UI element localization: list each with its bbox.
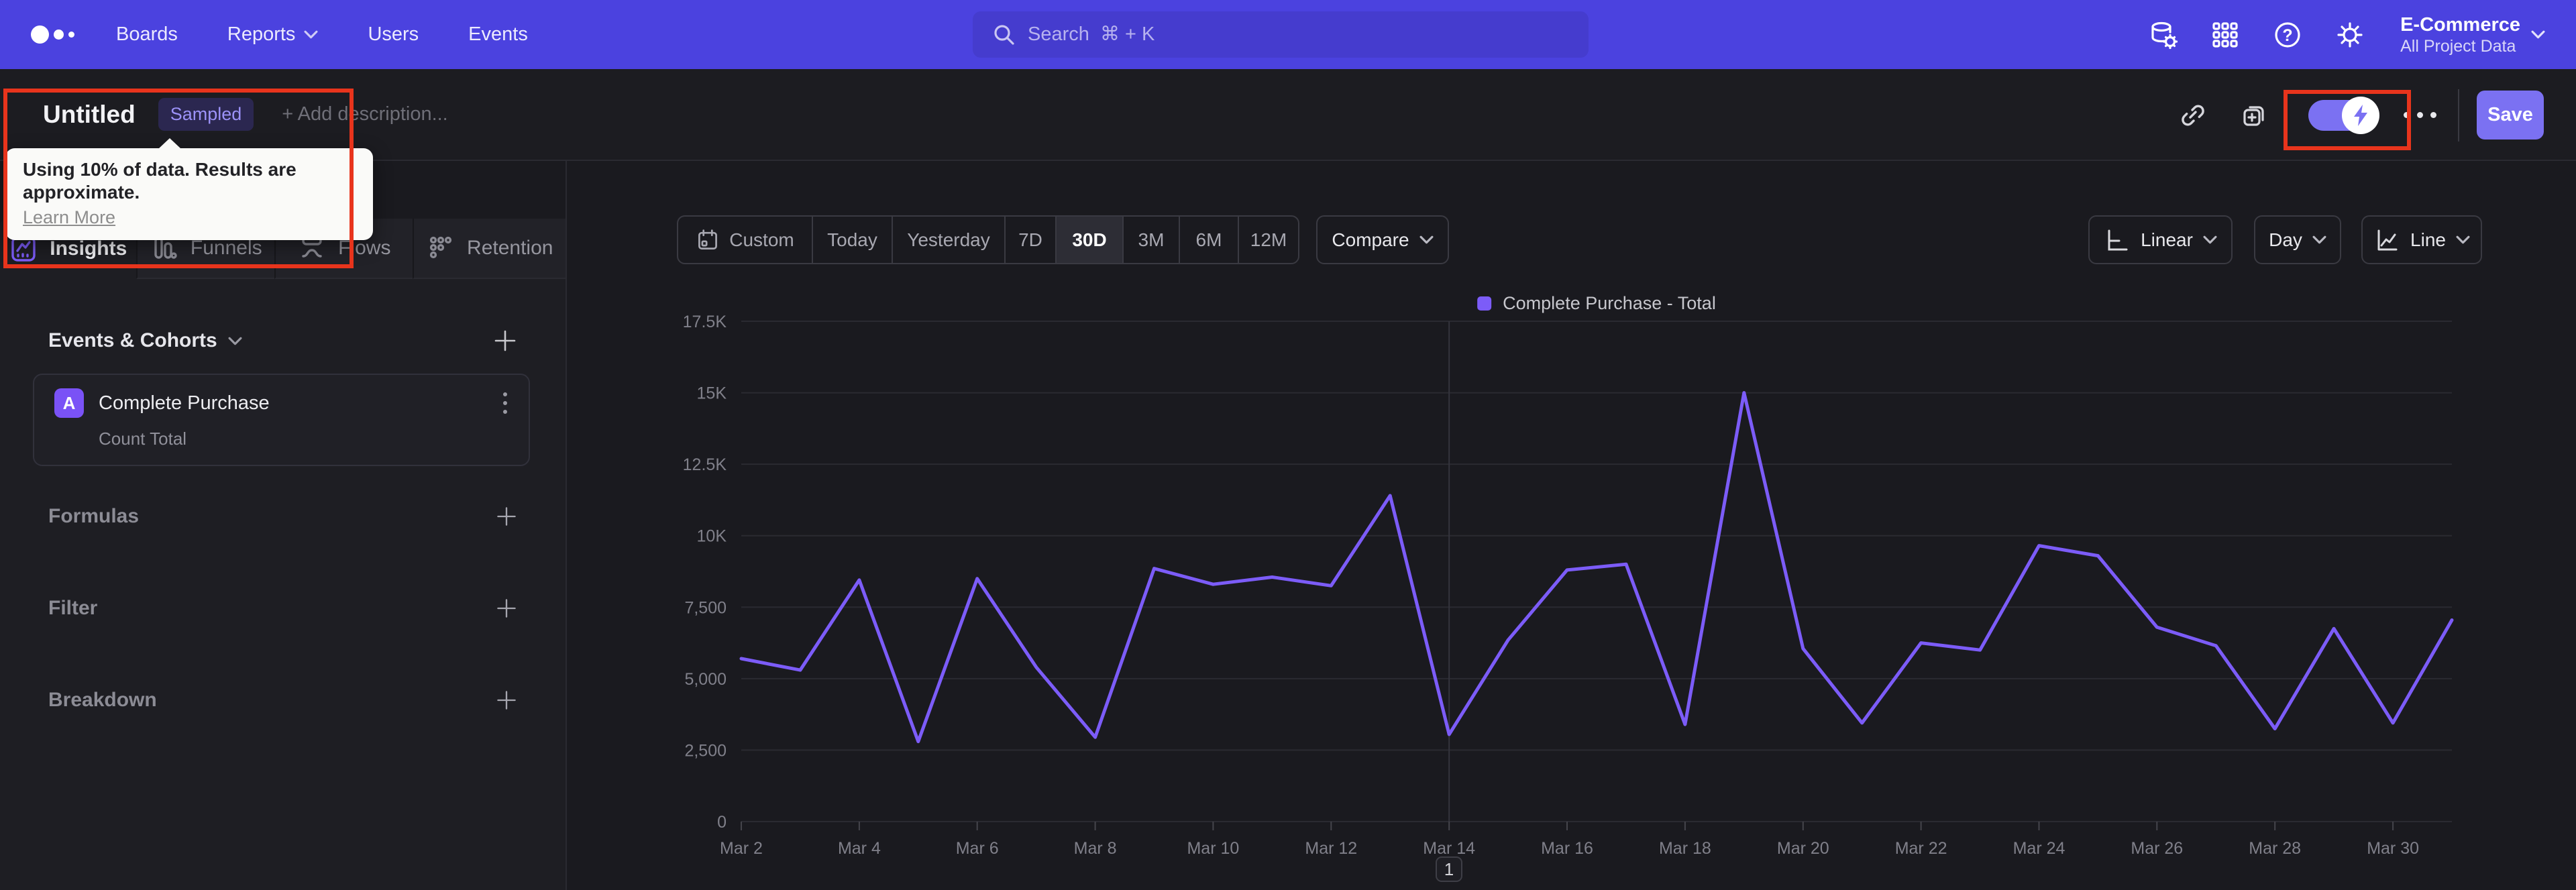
series-letter-badge: A [54,388,84,418]
mixpanel-logo[interactable] [31,25,74,44]
add-breakdown-button[interactable] [494,688,519,712]
nav-menu: Boards Reports Users Events [116,23,528,46]
chart-panel: Custom Today Yesterday 7D 30D 3M 6M 12M … [567,161,2576,890]
svg-text:Mar 22: Mar 22 [1895,839,1947,858]
search-input[interactable] [1028,23,1564,46]
event-name: Complete Purchase [99,392,270,414]
nav-item-users[interactable]: Users [368,23,419,46]
tooltip-text: Using 10% of data. Results are approxima… [23,159,297,203]
add-description[interactable]: + Add description... [282,103,447,125]
svg-text:Mar 10: Mar 10 [1187,839,1239,858]
top-nav: Boards Reports Users Events Search ⌘ + K… [0,0,2576,69]
sampling-tooltip: Using 10% of data. Results are approxima… [5,138,373,240]
data-management-icon[interactable] [2147,19,2179,51]
query-sidebar: Insights Funnels Flows Retention Events … [0,161,567,890]
project-name: E-Commerce [2400,13,2520,36]
nav-item-boards[interactable]: Boards [116,23,178,46]
svg-text:Mar 20: Mar 20 [1777,839,1829,858]
svg-text:Mar 12: Mar 12 [1305,839,1357,858]
event-card-row: A Complete Purchase [34,375,529,418]
chevron-down-icon [304,30,318,39]
events-cohorts-header: Events & Cohorts [48,327,519,354]
sampling-toggle[interactable] [2308,96,2379,134]
logo-dot [68,32,74,38]
svg-text:12.5K: 12.5K [683,455,727,474]
svg-text:Mar 16: Mar 16 [1541,839,1593,858]
svg-text:?: ? [2282,26,2292,45]
svg-text:7,500: 7,500 [684,598,727,617]
section-breakdown: Breakdown [48,688,519,712]
svg-text:Mar 6: Mar 6 [956,839,999,858]
help-icon[interactable]: ? [2271,19,2304,51]
more-menu-icon[interactable] [2401,105,2439,125]
retention-icon [429,236,452,259]
svg-text:Mar 26: Mar 26 [2131,839,2183,858]
lightning-bolt-icon [2342,96,2379,134]
divider [2458,89,2459,142]
nav-item-label: Events [468,23,528,45]
svg-text:Mar 4: Mar 4 [838,839,881,858]
filter-label: Filter [48,597,98,619]
add-filter-button[interactable] [494,596,519,620]
nav-item-events[interactable]: Events [468,23,528,46]
svg-text:0: 0 [717,813,727,832]
formulas-label: Formulas [48,505,140,527]
svg-text:2,500: 2,500 [684,741,727,760]
event-card[interactable]: A Complete Purchase Count Total [33,374,530,466]
chevron-down-icon [2531,30,2545,39]
svg-text:Mar 18: Mar 18 [1659,839,1711,858]
svg-text:Mar 14: Mar 14 [1423,839,1475,858]
line-chart[interactable]: 0 2,500 5,000 7,500 10K 12.5K 15K 17.5K Mar 2 Mar… [567,161,2575,890]
logo-dot [54,30,64,40]
nav-right-cluster: ? E-Commerce All Project Data [2147,0,2545,69]
project-selector[interactable]: E-Commerce All Project Data [2400,13,2545,56]
title-bar-actions: Save [2178,69,2544,161]
tab-label: Insights [50,237,127,260]
svg-text:15K: 15K [697,384,727,403]
tab-label: Funnels [190,237,262,259]
section-formulas: Formulas [48,504,519,529]
nav-item-reports[interactable]: Reports [227,23,319,46]
tab-label: Retention [467,237,553,259]
svg-text:Mar 28: Mar 28 [2249,839,2301,858]
learn-more-link[interactable]: Learn More [23,206,115,229]
add-event-button[interactable] [492,327,519,354]
svg-text:17.5K: 17.5K [683,313,727,331]
apps-grid-icon[interactable] [2209,19,2241,51]
report-title-bar: Untitled Sampled + Add description... Sa… [0,69,2576,161]
save-button[interactable]: Save [2477,91,2544,140]
chevron-down-icon[interactable] [228,337,242,345]
event-metric[interactable]: Count Total [99,429,529,449]
svg-text:10K: 10K [697,527,727,546]
tab-retention[interactable]: Retention [412,219,566,279]
svg-text:Mar 8: Mar 8 [1074,839,1117,858]
breakdown-label: Breakdown [48,689,157,711]
copy-link-icon[interactable] [2178,101,2206,129]
svg-text:5,000: 5,000 [684,670,727,689]
event-options-icon[interactable] [499,388,511,418]
content-area: Insights Funnels Flows Retention Events … [0,161,2576,890]
project-scope: All Project Data [2400,36,2516,56]
search-icon [994,24,1014,45]
nav-item-label: Boards [116,23,178,45]
section-filter: Filter [48,596,519,620]
duplicate-icon[interactable] [2240,101,2268,129]
add-formula-button[interactable] [494,504,519,529]
svg-text:Mar 2: Mar 2 [720,839,763,858]
svg-text:Mar 30: Mar 30 [2367,839,2419,858]
nav-item-label: Reports [227,23,296,45]
tab-label: Flows [338,237,391,259]
tooltip-arrow [158,138,181,149]
report-title[interactable]: Untitled [43,101,136,129]
page-indicator[interactable]: 1 [1436,856,1462,882]
sampled-badge[interactable]: Sampled [158,98,254,131]
nav-item-label: Users [368,23,419,45]
insights-query-panel: Events & Cohorts A Complete Purchase Cou… [0,279,566,890]
settings-gear-icon[interactable] [2334,19,2366,51]
logo-dot [31,25,49,44]
events-cohorts-label: Events & Cohorts [48,329,217,351]
svg-text:Mar 24: Mar 24 [2013,839,2065,858]
global-search[interactable] [973,11,1589,58]
